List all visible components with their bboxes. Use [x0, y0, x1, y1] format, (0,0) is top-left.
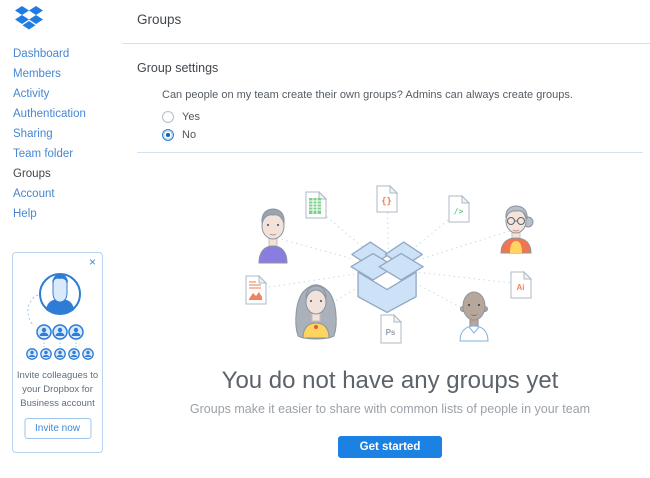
sidebar-item-activity[interactable]: Activity [13, 84, 123, 104]
settings-divider [137, 152, 643, 153]
svg-text:/>: /> [454, 207, 464, 216]
invite-text-line: Invite colleagues to [16, 370, 99, 381]
radio-yes-circle[interactable] [162, 110, 174, 123]
svg-text:{}: {} [381, 197, 392, 207]
sidebar-item-help[interactable]: Help [13, 204, 123, 224]
avatar-man-bald [459, 291, 489, 342]
radio-no-circle[interactable] [162, 128, 174, 141]
doc-spreadsheet-icon [305, 190, 328, 219]
invite-card: × Invite colleagues to your Dropbox for … [12, 252, 103, 453]
group-settings-question: Can people on my team create their own g… [162, 89, 573, 101]
radio-no[interactable]: No [162, 126, 196, 143]
page-title: Groups [137, 12, 182, 27]
radio-yes-label: Yes [182, 110, 200, 123]
sidebar-item-groups[interactable]: Groups [13, 164, 123, 184]
sidebar-nav: Dashboard Members Activity Authenticatio… [13, 44, 123, 224]
get-started-button[interactable]: Get started [338, 436, 442, 458]
close-icon[interactable]: × [89, 256, 96, 268]
invite-text-line: your Dropbox for [22, 384, 93, 395]
avatar-woman-glasses [500, 205, 534, 254]
doc-code-braces-icon: {} [376, 184, 399, 213]
invite-now-button[interactable]: Invite now [23, 418, 92, 439]
header-divider [122, 43, 650, 44]
sidebar-item-authentication[interactable]: Authentication [13, 104, 123, 124]
groups-illustration: {} /> Ps Ai [245, 184, 534, 344]
doc-illustrator-icon: Ai [510, 270, 533, 299]
group-settings-title: Group settings [137, 61, 219, 75]
sidebar-item-dashboard[interactable]: Dashboard [13, 44, 123, 64]
sidebar-item-sharing[interactable]: Sharing [13, 124, 123, 144]
radio-no-label: No [182, 128, 197, 141]
sidebar-item-team-folder[interactable]: Team folder [13, 144, 123, 164]
sidebar-item-account[interactable]: Account [13, 184, 123, 204]
empty-state-subtitle: Groups make it easier to share with comm… [189, 402, 591, 416]
dropbox-box-icon [350, 241, 424, 314]
avatar-woman-yellow [295, 284, 337, 340]
radio-yes[interactable]: Yes [162, 108, 200, 125]
empty-state-title: You do not have any groups yet [221, 367, 559, 394]
doc-image-icon [245, 274, 268, 305]
svg-text:Ps: Ps [386, 328, 396, 337]
doc-photoshop-icon: Ps [380, 313, 403, 344]
invite-card-text: Invite colleagues to your Dropbox for Bu… [13, 369, 102, 411]
avatar-man-purple [258, 208, 288, 264]
svg-text:Ai: Ai [517, 283, 525, 292]
sidebar-item-members[interactable]: Members [13, 64, 123, 84]
doc-code-tag-icon: /> [448, 194, 471, 223]
invite-org-illustration [26, 273, 94, 360]
dropbox-logo-icon[interactable] [14, 6, 44, 32]
invite-text-line: Business account [20, 398, 95, 409]
